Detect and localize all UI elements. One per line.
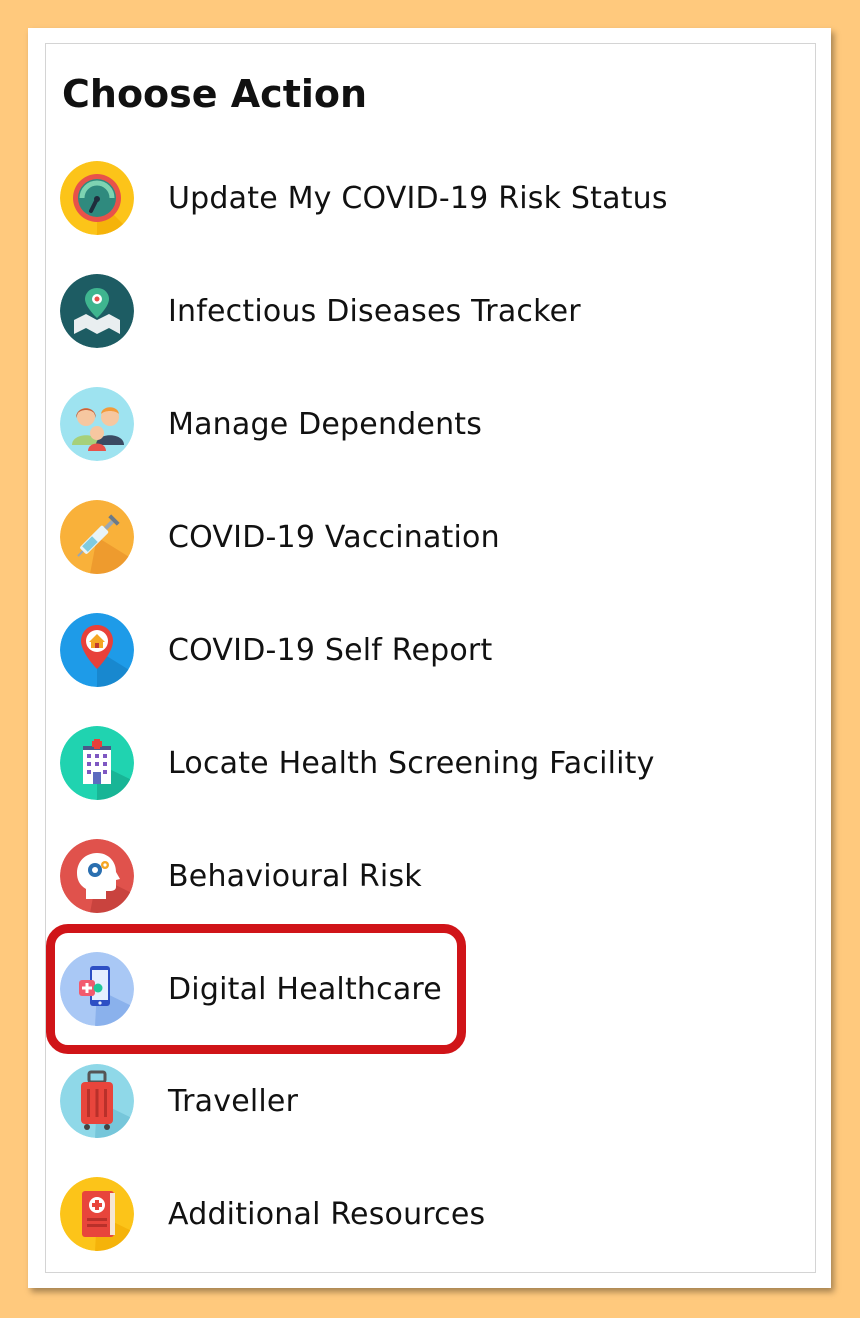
home-pin-icon xyxy=(60,613,134,687)
suitcase-icon xyxy=(60,1064,134,1138)
medical-book-icon xyxy=(60,1177,134,1251)
head-gear-icon xyxy=(60,839,134,913)
action-update-risk-status[interactable]: Update My COVID-19 Risk Status xyxy=(60,158,780,238)
action-manage-dependents[interactable]: Manage Dependents xyxy=(60,384,780,464)
action-label: Infectious Diseases Tracker xyxy=(168,293,581,329)
map-pin-icon xyxy=(60,274,134,348)
action-label: Traveller xyxy=(168,1083,299,1119)
action-infectious-diseases-tracker[interactable]: Infectious Diseases Tracker xyxy=(60,271,780,351)
action-behavioural-risk[interactable]: Behavioural Risk xyxy=(60,836,780,916)
syringe-icon xyxy=(60,500,134,574)
action-covid-vaccination[interactable]: COVID-19 Vaccination xyxy=(60,497,780,577)
action-traveller[interactable]: Traveller xyxy=(60,1061,780,1141)
gauge-icon xyxy=(60,161,134,235)
action-label: Update My COVID-19 Risk Status xyxy=(168,180,668,216)
action-label: Locate Health Screening Facility xyxy=(168,745,655,781)
page-title: Choose Action xyxy=(62,72,368,116)
hospital-icon xyxy=(60,726,134,800)
action-label: COVID-19 Vaccination xyxy=(168,519,500,555)
action-label: COVID-19 Self Report xyxy=(168,632,493,668)
action-label: Digital Healthcare xyxy=(168,971,442,1007)
action-digital-healthcare[interactable]: Digital Healthcare xyxy=(60,949,780,1029)
family-icon xyxy=(60,387,134,461)
phone-health-icon xyxy=(60,952,134,1026)
action-label: Behavioural Risk xyxy=(168,858,422,894)
action-label: Manage Dependents xyxy=(168,406,483,442)
action-label: Additional Resources xyxy=(168,1196,486,1232)
action-additional-resources[interactable]: Additional Resources xyxy=(60,1174,780,1254)
action-locate-health-screening-facility[interactable]: Locate Health Screening Facility xyxy=(60,723,780,803)
action-covid-self-report[interactable]: COVID-19 Self Report xyxy=(60,610,780,690)
